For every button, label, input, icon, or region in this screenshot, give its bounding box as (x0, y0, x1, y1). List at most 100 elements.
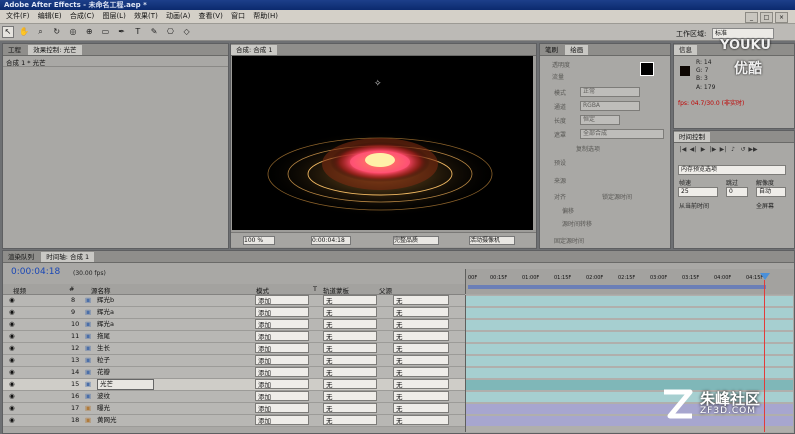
layer-duration-bar[interactable] (466, 320, 793, 330)
layer-mode-select[interactable]: 添加 (255, 307, 309, 317)
layer-row-13[interactable]: ◉ 13 ▣ 粒子 添加 无 无 (3, 355, 465, 367)
eye-icon[interactable]: ◉ (9, 331, 15, 342)
zoom-select[interactable]: 100 % (243, 236, 275, 245)
tab-paint[interactable]: 绘画 (565, 45, 589, 55)
layer-trkmat-select[interactable]: 无 (323, 307, 377, 317)
layer-duration-bar[interactable] (466, 344, 793, 354)
from-current-time-checkbox[interactable]: 从当前时间 (679, 201, 709, 210)
eye-icon[interactable]: ◉ (9, 415, 15, 426)
layer-duration-bar[interactable] (466, 368, 793, 378)
layer-name[interactable]: 花瓣 (97, 367, 110, 378)
frame-rate-select[interactable]: 25 (678, 187, 718, 197)
layer-row-14[interactable]: ◉ 14 ▣ 花瓣 添加 无 无 (3, 367, 465, 379)
layer-name[interactable]: 辉光a (97, 307, 114, 318)
work-area-bar[interactable] (468, 285, 766, 289)
close-icon[interactable]: × (775, 12, 788, 23)
layer-row-11[interactable]: ◉ 11 ▣ 拖尾 添加 无 无 (3, 331, 465, 343)
rotate-tool-icon[interactable]: ↻ (51, 26, 63, 38)
layer-name[interactable]: 粒子 (97, 355, 110, 366)
comp-time-field[interactable]: 0:00:04:18 (311, 236, 351, 245)
pen-tool-icon[interactable]: ✒ (116, 26, 128, 38)
layer-trkmat-select[interactable]: 无 (323, 355, 377, 365)
tab-brush[interactable]: 笔刷 (540, 45, 563, 55)
layer-duration-bar[interactable] (466, 296, 793, 306)
layer-parent-select[interactable]: 无 (393, 331, 449, 341)
eye-icon[interactable]: ◉ (9, 319, 15, 330)
layer-name[interactable]: 曝光 (97, 403, 110, 414)
layer-row-15[interactable]: ◉ 15 ▣ 光芒 添加 无 无 (3, 379, 465, 391)
camera-tool-icon[interactable]: ◎ (67, 26, 79, 38)
minimize-icon[interactable]: _ (745, 12, 758, 23)
layer-name[interactable]: 拖尾 (97, 331, 110, 342)
fixed-source-time-checkbox[interactable]: 固定源时间 (554, 236, 584, 245)
layer-mode-select[interactable]: 添加 (255, 367, 309, 377)
layer-mode-select[interactable]: 添加 (255, 403, 309, 413)
layer-trkmat-select[interactable]: 无 (323, 367, 377, 377)
selection-tool-icon[interactable]: ↖ (2, 26, 14, 38)
layer-mode-select[interactable]: 添加 (255, 331, 309, 341)
maximize-icon[interactable]: □ (760, 12, 773, 23)
menu-view[interactable]: 查看(V) (199, 10, 223, 23)
tab-composition[interactable]: 合成: 合成 1 (231, 45, 278, 55)
layer-trkmat-select[interactable]: 无 (323, 415, 377, 425)
layer-row-12[interactable]: ◉ 12 ▣ 生长 添加 无 无 (3, 343, 465, 355)
time-ruler[interactable]: 00F 00:15F 01:00F 01:15F 02:00F 02:15F 0… (465, 269, 794, 294)
last-frame-icon[interactable]: ▶| (718, 145, 728, 154)
tab-effect-controls[interactable]: 效果控制: 光芒 (28, 45, 82, 55)
layer-trkmat-select[interactable]: 无 (323, 331, 377, 341)
next-frame-icon[interactable]: |▶ (708, 145, 718, 154)
layer-parent-select[interactable]: 无 (393, 343, 449, 353)
erase-select[interactable]: 全部合成 (580, 129, 664, 139)
layer-parent-select[interactable]: 无 (393, 295, 449, 305)
layer-mode-select[interactable]: 添加 (255, 295, 309, 305)
zoom-tool-icon[interactable]: ⌕ (34, 26, 46, 38)
layer-mode-select[interactable]: 添加 (255, 355, 309, 365)
tab-render-queue[interactable]: 渲染队列 (3, 252, 39, 262)
text-tool-icon[interactable]: T (132, 26, 144, 38)
loop-icon[interactable]: ↺ (738, 145, 748, 154)
lock-source-time-checkbox[interactable]: 锁定源时间 (602, 192, 632, 201)
layer-row-9[interactable]: ◉ 9 ▣ 辉光a 添加 无 无 (3, 307, 465, 319)
layer-name[interactable]: 光芒 (97, 379, 154, 390)
layer-row-10[interactable]: ◉ 10 ▣ 辉光a 添加 无 无 (3, 319, 465, 331)
prev-frame-icon[interactable]: ◀| (688, 145, 698, 154)
tab-info[interactable]: 信息 (674, 45, 697, 55)
clone-stamp-tool-icon[interactable]: ⎔ (164, 26, 176, 38)
timeline-timecode[interactable]: 0:00:04:18 (11, 267, 60, 277)
first-frame-icon[interactable]: |◀ (678, 145, 688, 154)
eye-icon[interactable]: ◉ (9, 391, 15, 402)
layer-trkmat-select[interactable]: 无 (323, 391, 377, 401)
eye-icon[interactable]: ◉ (9, 379, 15, 390)
current-time-indicator-line[interactable] (764, 280, 765, 432)
layer-trkmat-select[interactable]: 无 (323, 379, 377, 389)
layer-duration-bar[interactable] (466, 416, 793, 426)
layer-parent-select[interactable]: 无 (393, 367, 449, 377)
layer-parent-select[interactable]: 无 (393, 403, 449, 413)
quality-select[interactable]: 完整品质 (393, 236, 439, 245)
rect-mask-tool-icon[interactable]: ▭ (99, 26, 111, 38)
layer-row-17[interactable]: ◉ 17 ▣ 曝光 添加 无 无 (3, 403, 465, 415)
layer-name[interactable]: 辉光a (97, 319, 114, 330)
layer-parent-select[interactable]: 无 (393, 415, 449, 425)
pan-behind-tool-icon[interactable]: ⊕ (83, 26, 95, 38)
aligned-checkbox[interactable]: 对齐 (554, 192, 566, 201)
camera-select[interactable]: 活动摄像机 (469, 236, 515, 245)
tab-timeline[interactable]: 时间轴: 合成 1 (41, 252, 95, 262)
play-icon[interactable]: ▶ (698, 145, 708, 154)
audio-icon[interactable]: ♪ (728, 145, 738, 154)
eye-icon[interactable]: ◉ (9, 403, 15, 414)
eye-icon[interactable]: ◉ (9, 295, 15, 306)
layer-mode-select[interactable]: 添加 (255, 319, 309, 329)
menu-effect[interactable]: 效果(T) (134, 10, 158, 23)
layer-trkmat-select[interactable]: 无 (323, 343, 377, 353)
layer-trkmat-select[interactable]: 无 (323, 295, 377, 305)
brush-tool-icon[interactable]: ✎ (148, 26, 160, 38)
menu-help[interactable]: 帮助(H) (253, 10, 278, 23)
layer-row-8[interactable]: ◉ 8 ▣ 辉光b 添加 无 无 (3, 295, 465, 307)
full-screen-checkbox[interactable]: 全屏幕 (756, 201, 774, 210)
layer-parent-select[interactable]: 无 (393, 307, 449, 317)
eye-icon[interactable]: ◉ (9, 343, 15, 354)
layer-row-16[interactable]: ◉ 16 ▣ 波纹 添加 无 无 (3, 391, 465, 403)
layer-duration-bar[interactable] (466, 332, 793, 342)
layer-name[interactable]: 波纹 (97, 391, 110, 402)
